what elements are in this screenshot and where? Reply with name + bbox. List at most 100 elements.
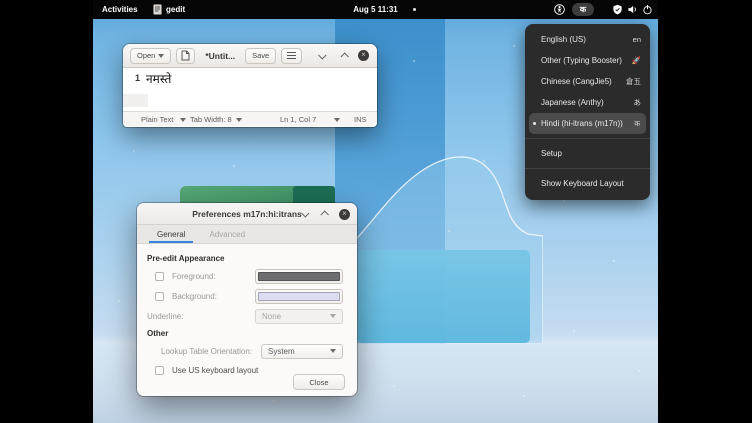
preferences-titlebar: Preferences m17n:hi:itrans	[137, 203, 357, 225]
foreground-label: Foreground:	[172, 272, 216, 281]
chevron-down-icon[interactable]	[334, 118, 340, 122]
layout-badge: 🚀	[632, 56, 641, 65]
gedit-headerbar: Open *Untit... Save	[123, 44, 377, 68]
activities-label: Activities	[102, 5, 138, 14]
maximize-button[interactable]	[320, 210, 328, 218]
menu-separator	[525, 168, 650, 169]
menu-item-show-keyboard-layout[interactable]: Show Keyboard Layout	[525, 173, 650, 194]
insert-mode-indicator: INS	[354, 115, 367, 124]
background-label: Background:	[172, 292, 217, 301]
menu-item-label: Setup	[541, 149, 562, 158]
gedit-window: Open *Untit... Save	[123, 44, 377, 127]
us-keyboard-checkbox[interactable]	[155, 366, 164, 375]
tab-advanced[interactable]: Advanced	[197, 225, 257, 243]
background-color-swatch	[258, 292, 340, 301]
save-button-label: Save	[252, 51, 269, 60]
desktop: Activities gedit Aug 5 11:31	[93, 0, 658, 423]
top-bar: Activities gedit Aug 5 11:31	[93, 0, 658, 19]
foreground-checkbox[interactable]	[155, 272, 164, 281]
underline-select[interactable]: None	[255, 309, 343, 324]
preferences-dialog: Preferences m17n:hi:itrans General Advan…	[137, 203, 357, 396]
save-button[interactable]: Save	[245, 48, 276, 64]
menu-item-hindi-itrans[interactable]: Hindi (hi-itrans (m17n)) क	[529, 113, 646, 134]
menu-item-label: Other (Typing Booster)	[541, 56, 622, 65]
menu-item-english-us[interactable]: English (US) en	[525, 29, 650, 50]
open-button-label: Open	[137, 51, 155, 60]
clock-button[interactable]: Aug 5 11:31	[353, 0, 397, 19]
background-row: Background:	[147, 286, 343, 306]
section-other: Other	[147, 329, 343, 338]
chevron-down-icon	[158, 54, 164, 58]
app-menu-button[interactable]: gedit	[153, 0, 185, 19]
wallpaper-wave	[328, 138, 543, 344]
underline-label: Underline:	[147, 312, 183, 321]
tab-label: General	[157, 230, 185, 239]
chevron-down-icon	[330, 349, 336, 353]
clock-label: Aug 5 11:31	[353, 5, 397, 14]
hamburger-icon	[287, 52, 296, 59]
language-selector[interactable]: Plain Text	[141, 115, 173, 124]
close-button-label: Close	[309, 378, 328, 387]
new-document-button[interactable]	[176, 48, 195, 64]
menu-item-label: Japanese (Anthy)	[541, 98, 604, 107]
layout-badge: क	[634, 119, 640, 129]
tab-width-selector[interactable]: Tab Width: 8	[190, 115, 232, 124]
us-keyboard-label: Use US keyboard layout	[172, 366, 258, 375]
layout-badge: あ	[634, 97, 642, 108]
menu-item-label: Hindi (hi-itrans (m17n))	[541, 119, 623, 128]
underline-value: None	[262, 312, 281, 321]
line-number: 1	[123, 70, 143, 83]
gedit-text-area[interactable]: 1 नमस्ते	[123, 68, 377, 111]
menu-item-setup[interactable]: Setup	[525, 143, 650, 164]
privacy-shield-icon[interactable]	[612, 4, 623, 15]
background-checkbox[interactable]	[155, 292, 164, 301]
close-dialog-button[interactable]: Close	[293, 374, 345, 390]
menu-item-typing-booster[interactable]: Other (Typing Booster) 🚀	[525, 50, 650, 71]
document-title: *Untit...	[205, 51, 235, 61]
underline-row: Underline: None	[147, 306, 343, 326]
menu-item-chinese-cangjie5[interactable]: Chinese (CangJie5) 倉五	[525, 71, 650, 92]
minimize-button[interactable]	[301, 209, 309, 217]
gedit-icon	[153, 4, 162, 15]
lookup-orientation-select[interactable]: System	[261, 344, 343, 359]
chevron-down-icon	[330, 314, 336, 318]
new-document-icon	[181, 50, 190, 61]
notification-dot	[413, 8, 416, 11]
foreground-row: Foreground:	[147, 266, 343, 286]
lookup-orientation-row: Lookup Table Orientation: System	[147, 341, 343, 361]
volume-icon[interactable]	[627, 4, 638, 15]
layout-badge: en	[633, 35, 641, 44]
close-window-button[interactable]	[339, 209, 350, 220]
screen: Activities gedit Aug 5 11:31	[0, 0, 752, 423]
cursor-position: Ln 1, Col 7	[280, 115, 316, 124]
power-icon[interactable]	[642, 4, 653, 15]
background-color-button[interactable]	[255, 289, 343, 304]
menu-item-label: Show Keyboard Layout	[541, 179, 624, 188]
document-line: 1 नमस्ते	[123, 68, 377, 87]
line-number-gutter	[123, 94, 148, 107]
foreground-color-button[interactable]	[255, 269, 343, 284]
tab-general[interactable]: General	[145, 225, 197, 243]
open-button[interactable]: Open	[130, 48, 171, 64]
preferences-content: Pre-edit Appearance Foreground: Backgrou…	[137, 244, 357, 379]
tab-label: Advanced	[209, 230, 245, 239]
minimize-button[interactable]	[318, 51, 326, 59]
foreground-color-swatch	[258, 272, 340, 281]
menu-item-label: Chinese (CangJie5)	[541, 77, 612, 86]
selected-indicator	[533, 122, 536, 125]
close-window-button[interactable]	[358, 50, 369, 61]
input-source-menu: English (US) en Other (Typing Booster) 🚀…	[525, 24, 650, 200]
dialog-title: Preferences m17n:hi:itrans	[192, 209, 302, 219]
menu-item-japanese-anthy[interactable]: Japanese (Anthy) あ	[525, 92, 650, 113]
input-source-indicator[interactable]: क	[572, 3, 594, 16]
document-text: नमस्ते	[146, 70, 171, 87]
activities-button[interactable]: Activities	[102, 0, 138, 19]
menu-button[interactable]	[281, 48, 302, 64]
accessibility-icon[interactable]	[554, 4, 565, 15]
chevron-down-icon	[236, 118, 242, 122]
menu-item-label: English (US)	[541, 35, 586, 44]
preferences-tabs: General Advanced	[137, 225, 357, 244]
layout-badge: 倉五	[626, 76, 641, 87]
maximize-button[interactable]	[340, 52, 348, 60]
app-menu-label: gedit	[166, 5, 185, 14]
